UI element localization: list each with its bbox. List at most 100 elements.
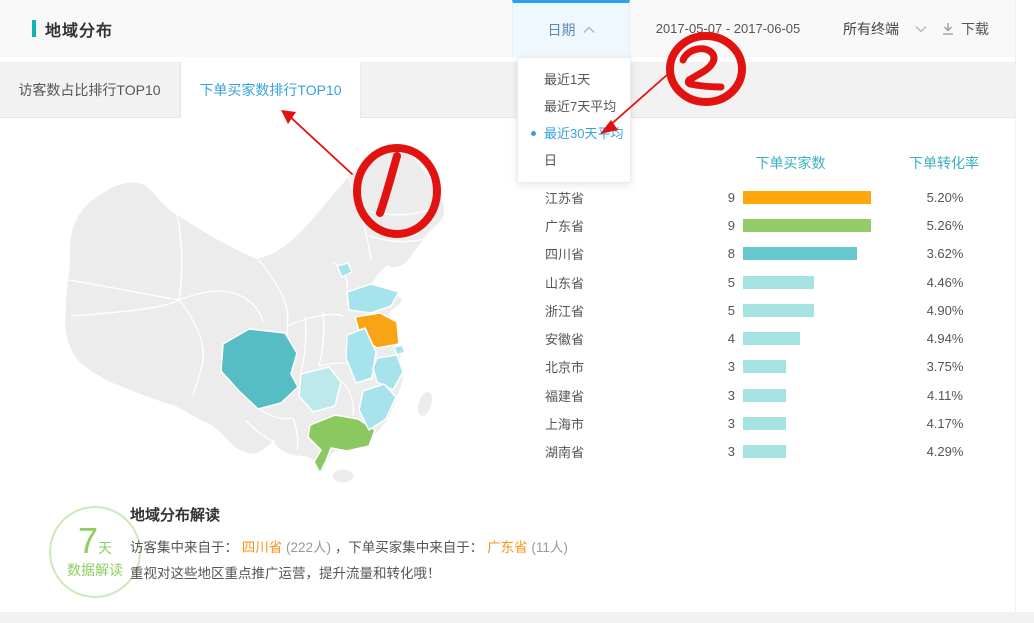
buyer-count-bar: [743, 304, 883, 317]
row-province-label: 北京市: [540, 357, 635, 376]
china-map: [25, 120, 525, 490]
row-province-label: 广东省: [540, 216, 635, 235]
buyer-count-bar: [743, 332, 883, 345]
footer-bar: [0, 612, 1034, 623]
table-row[interactable]: 广东省9 5.26%: [540, 211, 1010, 239]
column-header-buyers: 下单买家数: [733, 153, 848, 173]
row-province-label: 湖南省: [540, 442, 635, 461]
bar-fill: [743, 247, 857, 260]
selected-dot: [531, 131, 536, 136]
row-province-label: 上海市: [540, 414, 635, 433]
table-row[interactable]: 上海市34.17%: [540, 409, 1010, 437]
bar-fill: [743, 389, 786, 402]
table-row[interactable]: 浙江省5 4.90%: [540, 296, 1010, 324]
dropdown-option-last-30-day-avg[interactable]: 最近30天平均: [518, 120, 630, 147]
bar-fill: [743, 191, 871, 204]
download-button[interactable]: 下载: [941, 0, 989, 57]
bar-fill: [743, 445, 786, 458]
row-buyer-count: 5: [635, 303, 735, 318]
buyer-count-bar: [743, 191, 883, 204]
row-province-label: 四川省: [540, 244, 635, 263]
interpretation-line1: 访客集中来自于： 四川省 (222人) ，下单买家集中来自于： 广东省 (11人…: [130, 536, 568, 556]
row-buyer-count: 9: [635, 218, 735, 233]
terminal-select[interactable]: 所有终端: [843, 0, 927, 57]
tab-label: 下单买家数排行TOP10: [199, 80, 341, 100]
date-range-text: 2017-05-07 - 2017-06-05: [638, 0, 818, 57]
table-row[interactable]: 北京市3 3.75%: [540, 353, 1010, 381]
buyer-count-bar: [743, 417, 883, 430]
row-buyer-count: 4: [635, 331, 735, 346]
row-conversion-rate: 4.90%: [885, 303, 1005, 318]
interpretation-line2: 重视对这些地区重点推广运营，提升流量和转化哦！: [130, 562, 441, 582]
dropdown-option-last-1-day[interactable]: 最近1天: [518, 66, 630, 93]
tab-order-buyers-top10[interactable]: 下单买家数排行TOP10: [180, 62, 361, 118]
dropdown-option-last-7-day-avg[interactable]: 最近7天平均: [518, 93, 630, 120]
option-label: 日: [544, 153, 557, 168]
table-row[interactable]: 安徽省4 4.94%: [540, 324, 1010, 352]
tab-label: 访客数占比排行TOP10: [18, 80, 160, 100]
taiwan-island: [414, 389, 435, 418]
bar-fill: [743, 360, 786, 373]
bar-fill: [743, 417, 786, 430]
buyer-count-bar: [743, 389, 883, 402]
download-label: 下载: [961, 19, 989, 39]
badge-caption: 数据解读: [67, 560, 123, 580]
table-row[interactable]: 山东省5 4.46%: [540, 268, 1010, 296]
tab-visitor-ratio-top10[interactable]: 访客数占比排行TOP10: [0, 62, 180, 117]
visitor-count: (222人): [286, 540, 331, 555]
row-conversion-rate: 4.17%: [885, 416, 1005, 431]
download-icon: [941, 22, 955, 36]
buyer-count-bar: [743, 276, 883, 289]
buyer-count-bar: [743, 445, 883, 458]
row-buyer-count: 5: [635, 275, 735, 290]
bar-fill: [743, 304, 814, 317]
seven-day-badge: 7 天 数据解读: [49, 506, 141, 598]
hainan-island: [332, 469, 354, 483]
china-mainland: [64, 144, 444, 473]
column-header-conversion: 下单转化率: [888, 153, 1000, 173]
row-province-label: 江苏省: [540, 188, 635, 207]
line1-mid: ，下单买家集中来自于：: [335, 540, 484, 555]
row-province-label: 浙江省: [540, 301, 635, 320]
line1-prefix: 访客集中来自于：: [130, 540, 238, 555]
table-row[interactable]: 湖南省34.29%: [540, 438, 1010, 466]
row-conversion-rate: 4.94%: [885, 331, 1005, 346]
province-guangdong[interactable]: [308, 415, 375, 473]
dropdown-option-day[interactable]: 日: [518, 147, 630, 174]
page-title: 地域分布: [45, 17, 113, 41]
panel-right-strip: [1015, 0, 1034, 612]
interpretation-title: 地域分布解读: [130, 504, 220, 525]
title-accent-bar: [32, 20, 36, 37]
bar-fill: [743, 332, 800, 345]
table-row[interactable]: 福建省34.11%: [540, 381, 1010, 409]
row-buyer-count: 8: [635, 246, 735, 261]
visitor-province-link[interactable]: 四川省: [242, 540, 283, 555]
table-row[interactable]: 江苏省9 5.20%: [540, 183, 1010, 211]
badge-unit: 天: [98, 538, 112, 558]
date-filter-label: 日期: [548, 20, 576, 40]
row-province-label: 福建省: [540, 386, 635, 405]
row-conversion-rate: 5.20%: [885, 190, 1005, 205]
bar-fill: [743, 219, 871, 232]
row-province-label: 山东省: [540, 273, 635, 292]
module-title: 地域分布: [32, 0, 113, 57]
buyer-count: (11人): [531, 540, 568, 555]
chevron-down-icon: [915, 25, 927, 33]
row-province-label: 安徽省: [540, 329, 635, 348]
row-conversion-rate: 4.11%: [885, 388, 1005, 403]
terminal-select-label: 所有终端: [843, 19, 899, 39]
chevron-up-icon: [583, 26, 595, 34]
option-label: 最近1天: [544, 72, 590, 87]
row-buyer-count: 9: [635, 190, 735, 205]
row-conversion-rate: 5.26%: [885, 218, 1005, 233]
row-conversion-rate: 3.62%: [885, 246, 1005, 261]
date-filter-button[interactable]: 日期: [512, 0, 630, 57]
row-conversion-rate: 3.75%: [885, 359, 1005, 374]
province-shanghai[interactable]: [394, 345, 405, 355]
row-buyer-count: 3: [635, 359, 735, 374]
buyer-province-link[interactable]: 广东省: [487, 540, 528, 555]
option-label: 最近7天平均: [544, 99, 616, 114]
table-row[interactable]: 四川省8 3.62%: [540, 240, 1010, 268]
row-conversion-rate: 4.29%: [885, 444, 1005, 459]
row-conversion-rate: 4.46%: [885, 275, 1005, 290]
